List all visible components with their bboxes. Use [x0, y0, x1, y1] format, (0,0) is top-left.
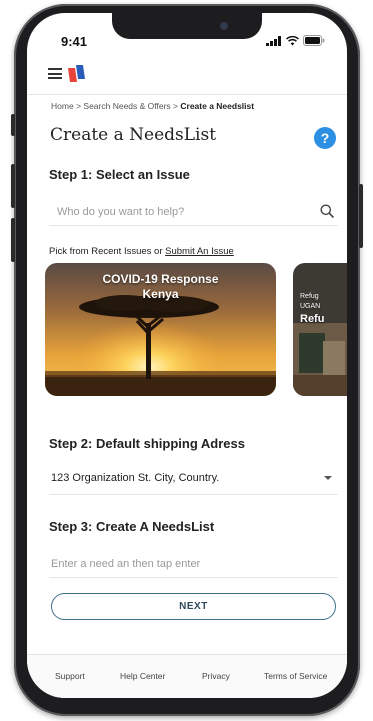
cellular-signal-icon [266, 35, 281, 46]
status-icons [266, 35, 325, 46]
card-title-line3: Refu [300, 313, 325, 325]
breadcrumb-search[interactable]: Search Needs & Offers [83, 101, 170, 111]
app-screen: 9:41 Home > Search Needs & Offers > Crea… [27, 13, 347, 698]
card-title: COVID-19 Response [102, 272, 219, 286]
refugee-camp-image [293, 263, 347, 396]
recent-issues-line: Pick from Recent Issues or Submit An Iss… [49, 246, 234, 257]
need-input[interactable] [49, 552, 338, 576]
breadcrumb-home[interactable]: Home [51, 101, 74, 111]
breadcrumb-separator: > [173, 101, 178, 111]
step3-label: Step 3: Create A NeedsList [49, 519, 215, 534]
breadcrumb-separator: > [76, 101, 82, 111]
hamburger-menu-icon[interactable] [48, 68, 62, 79]
notch [112, 13, 262, 39]
step2-label: Step 2: Default shipping Adress [49, 436, 245, 451]
chevron-down-icon [324, 476, 332, 480]
app-bar [27, 53, 347, 95]
next-button[interactable]: NEXT [51, 593, 336, 620]
need-input-field [49, 552, 338, 578]
shipping-address-value: 123 Organization St. City, Country. [51, 472, 220, 484]
issue-card-refugees-uganda[interactable]: Refug UGAN Refu [293, 263, 347, 396]
page-title: Create a NeedsList [50, 125, 217, 145]
battery-icon [303, 35, 325, 46]
breadcrumb: Home > Search Needs & Offers > Create a … [51, 101, 254, 111]
recent-issues-prefix: Pick from Recent Issues or [49, 246, 163, 257]
issue-search-input[interactable] [49, 200, 309, 224]
status-time: 9:41 [61, 34, 88, 49]
footer-help-center-link[interactable]: Help Center [120, 671, 165, 681]
search-icon[interactable] [320, 204, 334, 218]
shipping-address-select[interactable]: 123 Organization St. City, Country. [49, 465, 338, 495]
front-camera [220, 22, 228, 30]
power-button [359, 184, 363, 248]
volume-up-button [11, 164, 15, 208]
footer-support-link[interactable]: Support [55, 671, 85, 681]
submit-issue-link[interactable]: Submit An Issue [165, 246, 234, 257]
footer: Support Help Center Privacy Terms of Ser… [27, 654, 347, 698]
issue-search [49, 200, 338, 226]
footer-terms-link[interactable]: Terms of Service [264, 671, 327, 681]
card-subtitle: Kenya [142, 287, 179, 301]
card-title-line2: UGAN [300, 303, 321, 310]
step1-label: Step 1: Select an Issue [49, 167, 190, 182]
breadcrumb-current: Create a Needslist [180, 101, 255, 111]
volume-down-button [11, 218, 15, 262]
mute-switch [11, 114, 15, 136]
footer-privacy-link[interactable]: Privacy [202, 671, 230, 681]
brand-logo[interactable] [68, 65, 85, 82]
wifi-icon [286, 35, 299, 45]
card-title-line1: Refug [300, 293, 319, 300]
issue-card-covid-kenya[interactable]: COVID-19 Response Kenya [45, 263, 276, 396]
help-button[interactable]: ? [314, 127, 336, 149]
